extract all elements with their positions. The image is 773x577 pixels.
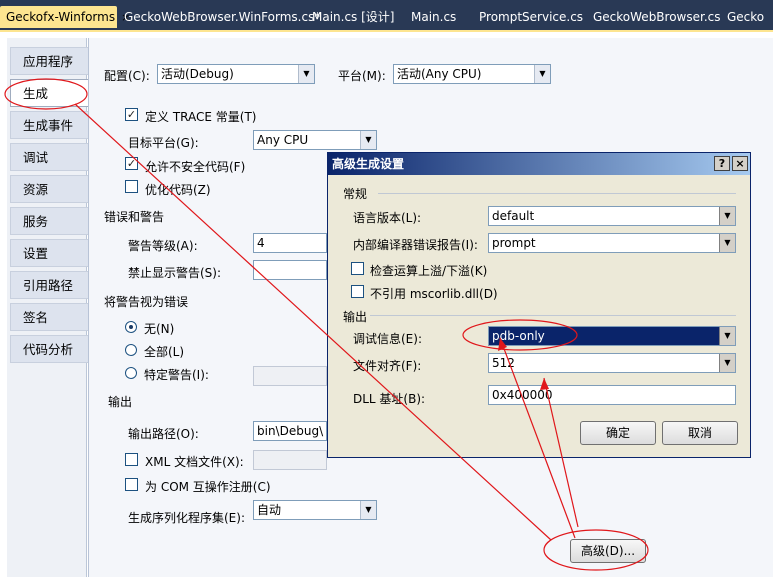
dialog-output-header: 输出 bbox=[343, 310, 368, 324]
cancel-button[interactable]: 取消 bbox=[662, 421, 738, 445]
chevron-down-icon: ▼ bbox=[719, 207, 735, 225]
file-align-value: 512 bbox=[492, 356, 515, 370]
dll-base-label: DLL 基址(B): bbox=[353, 392, 426, 406]
specific-warnings-input[interactable] bbox=[253, 366, 327, 386]
close-icon[interactable]: × bbox=[732, 156, 748, 171]
target-platform-label: 目标平台(G): bbox=[128, 136, 199, 150]
side-tab-settings[interactable]: 设置 bbox=[10, 239, 88, 267]
define-trace-label: 定义 TRACE 常量(T) bbox=[145, 110, 257, 124]
chevron-down-icon: ▼ bbox=[719, 354, 735, 372]
doc-tab-main-design[interactable]: Main.cs [设计] bbox=[306, 6, 401, 28]
side-tab-services[interactable]: 服务 bbox=[10, 207, 88, 235]
optimize-checkbox[interactable] bbox=[125, 180, 138, 193]
doc-tab-main-cs[interactable]: Main.cs bbox=[405, 6, 462, 28]
side-tab-reference-paths[interactable]: 引用路径 bbox=[10, 271, 88, 299]
optimize-label: 优化代码(Z) bbox=[145, 183, 211, 197]
chevron-down-icon: ▼ bbox=[360, 131, 376, 149]
output-path-label: 输出路径(O): bbox=[128, 427, 199, 441]
side-tab-build-events[interactable]: 生成事件 bbox=[10, 111, 88, 139]
warning-level-label: 警告等级(A): bbox=[128, 239, 198, 253]
help-icon[interactable]: ? bbox=[714, 156, 730, 171]
treat-warnings-none-radio[interactable] bbox=[125, 321, 137, 333]
dialog-title: 高级生成设置 bbox=[328, 153, 750, 175]
chevron-down-icon: ▼ bbox=[719, 327, 735, 345]
side-tab-application[interactable]: 应用程序 bbox=[10, 47, 88, 75]
target-platform-select[interactable]: Any CPU ▼ bbox=[253, 130, 377, 150]
config-value: 活动(Debug) bbox=[161, 67, 234, 81]
side-tab-code-analysis[interactable]: 代码分析 bbox=[10, 335, 88, 363]
errors-section-header: 错误和警告 bbox=[104, 210, 165, 224]
treat-warnings-specific-label: 特定警告(I): bbox=[144, 368, 209, 382]
doc-tab-gecko[interactable]: Gecko bbox=[721, 6, 770, 28]
doc-tab-geckofx-winforms[interactable]: Geckofx-Winforms × bbox=[0, 6, 130, 28]
advanced-build-settings-dialog: 高级生成设置 ? × 常规 语言版本(L): default ▼ 内部编译器错误报… bbox=[327, 152, 751, 458]
warning-level-select[interactable]: 4 bbox=[253, 233, 327, 253]
com-register-label: 为 COM 互操作注册(C) bbox=[145, 480, 271, 494]
lang-version-select[interactable]: default ▼ bbox=[488, 206, 736, 226]
xml-doc-checkbox[interactable] bbox=[125, 453, 138, 466]
com-register-checkbox[interactable] bbox=[125, 478, 138, 491]
xml-doc-path-input[interactable] bbox=[253, 450, 327, 470]
treat-warnings-none-label: 无(N) bbox=[144, 322, 175, 336]
dialog-general-header: 常规 bbox=[343, 187, 368, 201]
lang-version-value: default bbox=[492, 209, 535, 223]
define-trace-checkbox[interactable]: ✓ bbox=[125, 108, 138, 121]
file-align-label: 文件对齐(F): bbox=[353, 359, 422, 373]
doc-tab-promptservice[interactable]: PromptService.cs bbox=[473, 6, 589, 28]
platform-label: 平台(M): bbox=[338, 69, 386, 83]
treat-warnings-specific-radio[interactable] bbox=[125, 367, 137, 379]
internal-error-label: 内部编译器错误报告(I): bbox=[353, 238, 478, 252]
side-tab-debug[interactable]: 调试 bbox=[10, 143, 88, 171]
chevron-down-icon: ▼ bbox=[298, 65, 314, 83]
serialization-label: 生成序列化程序集(E): bbox=[128, 511, 245, 525]
treat-warnings-all-radio[interactable] bbox=[125, 344, 137, 356]
internal-error-select[interactable]: prompt ▼ bbox=[488, 233, 736, 253]
doc-tab-label: Geckofx-Winforms bbox=[6, 10, 116, 24]
allow-unsafe-label: 允许不安全代码(F) bbox=[145, 160, 246, 174]
output-section-header: 输出 bbox=[108, 395, 133, 409]
no-mscorlib-label: 不引用 mscorlib.dll(D) bbox=[370, 287, 498, 301]
treat-warnings-section-header: 将警告视为错误 bbox=[104, 295, 189, 309]
dll-base-input[interactable]: 0x400000 bbox=[488, 385, 736, 405]
suppress-warnings-label: 禁止显示警告(S): bbox=[128, 266, 222, 280]
check-overflow-label: 检查运算上溢/下溢(K) bbox=[370, 264, 488, 278]
target-platform-value: Any CPU bbox=[257, 133, 309, 147]
file-align-select[interactable]: 512 ▼ bbox=[488, 353, 736, 373]
lang-version-label: 语言版本(L): bbox=[353, 211, 422, 225]
treat-warnings-all-label: 全部(L) bbox=[144, 345, 185, 359]
no-mscorlib-checkbox[interactable] bbox=[351, 285, 364, 298]
config-label: 配置(C): bbox=[104, 69, 150, 83]
serialization-value: 自动 bbox=[257, 503, 282, 517]
side-tab-resources[interactable]: 资源 bbox=[10, 175, 88, 203]
debug-info-value: pdb-only bbox=[492, 329, 545, 343]
check-overflow-checkbox[interactable] bbox=[351, 262, 364, 275]
debug-info-select[interactable]: pdb-only ▼ bbox=[488, 326, 736, 346]
config-select[interactable]: 活动(Debug) ▼ bbox=[157, 64, 315, 84]
chevron-down-icon: ▼ bbox=[534, 65, 550, 83]
output-path-input[interactable]: bin\Debug\ bbox=[253, 421, 327, 441]
platform-select[interactable]: 活动(Any CPU) ▼ bbox=[393, 64, 551, 84]
doc-tab-geckowebbrowser-winforms[interactable]: GeckoWebBrowser.WinForms.cs* bbox=[118, 6, 326, 28]
internal-error-value: prompt bbox=[492, 236, 536, 250]
allow-unsafe-checkbox[interactable]: ✓ bbox=[125, 157, 138, 170]
divider bbox=[370, 315, 736, 316]
advanced-button[interactable]: 高级(D)... bbox=[570, 539, 646, 563]
debug-info-label: 调试信息(E): bbox=[353, 332, 422, 346]
xml-doc-label: XML 文档文件(X): bbox=[145, 455, 244, 469]
chevron-down-icon: ▼ bbox=[719, 234, 735, 252]
serialization-select[interactable]: 自动 ▼ bbox=[253, 500, 377, 520]
side-tab-build[interactable]: 生成 bbox=[10, 79, 89, 107]
chevron-down-icon: ▼ bbox=[360, 501, 376, 519]
side-tab-signing[interactable]: 签名 bbox=[10, 303, 88, 331]
divider bbox=[378, 193, 736, 194]
doc-tab-geckowebbrowser[interactable]: GeckoWebBrowser.cs bbox=[587, 6, 727, 28]
suppress-warnings-input[interactable] bbox=[253, 260, 327, 280]
ok-button[interactable]: 确定 bbox=[580, 421, 656, 445]
platform-value: 活动(Any CPU) bbox=[397, 67, 482, 81]
